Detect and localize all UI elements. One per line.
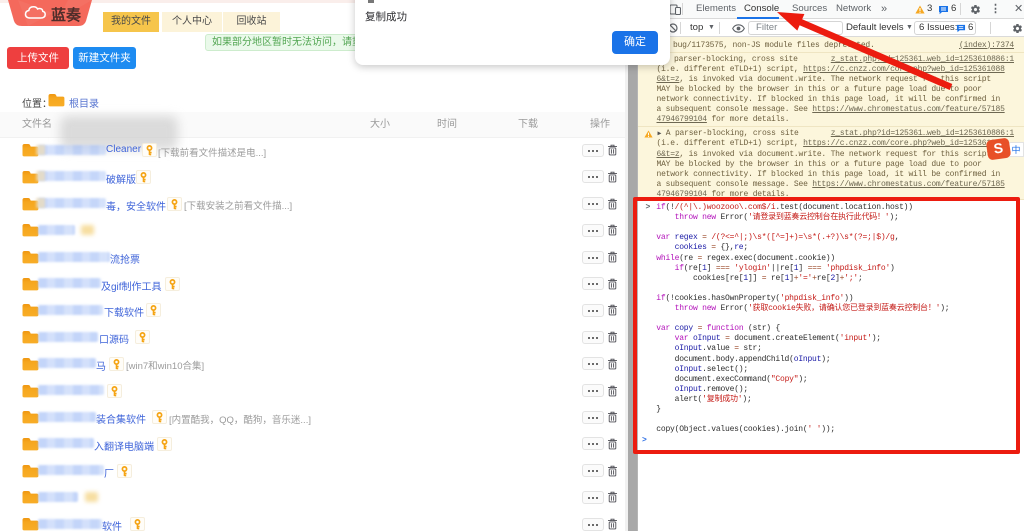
svg-text:蓝奏: 蓝奏: [51, 6, 82, 24]
